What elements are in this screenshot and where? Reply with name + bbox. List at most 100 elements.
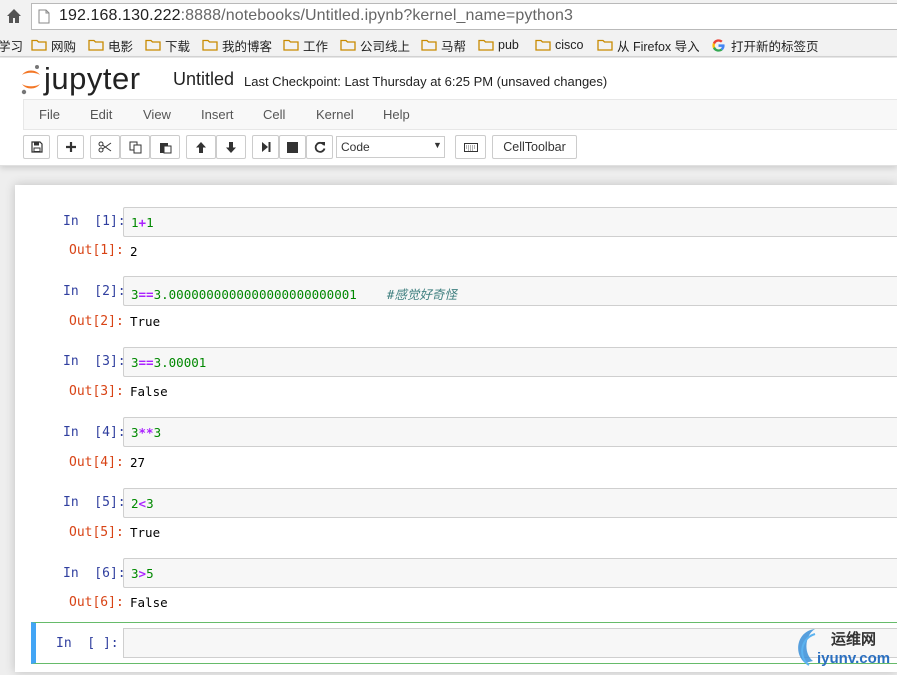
menu-file[interactable]: File <box>39 107 60 122</box>
copy-button[interactable] <box>120 135 150 159</box>
folder-icon <box>283 39 299 51</box>
insert-cell-button[interactable] <box>57 135 84 159</box>
input-prompt: In [1]: <box>63 214 126 229</box>
folder-icon <box>478 39 494 51</box>
copy-icon <box>129 141 141 153</box>
menu-help[interactable]: Help <box>383 107 410 122</box>
bookmark-item[interactable]: 网购 <box>31 36 76 54</box>
code-text: 1+1 <box>131 215 154 230</box>
plus-icon <box>65 142 76 152</box>
bookmark-item[interactable]: 工作 <box>283 36 328 54</box>
browser-address-bar: 192.168.130.222:8888/notebooks/Untitled.… <box>0 0 897 33</box>
cell-output: 2 <box>130 244 138 259</box>
bookmark-item[interactable]: 电影 <box>88 36 133 54</box>
notebook-title[interactable]: Untitled <box>173 69 234 90</box>
code-cell-input[interactable]: 3==3.00001 <box>123 347 897 377</box>
cell-output: 27 <box>130 455 146 470</box>
restart-kernel-button[interactable] <box>306 135 333 159</box>
bookmark-item[interactable]: 马帮 <box>421 36 466 54</box>
code-text: 2<3 <box>131 496 154 511</box>
input-prompt: In [6]: <box>63 566 126 581</box>
cell-output: True <box>130 314 161 329</box>
output-prompt: Out[1]: <box>69 243 124 258</box>
code-text: 3>5 <box>131 566 154 581</box>
output-prompt: Out[5]: <box>69 525 124 540</box>
code-cell-input[interactable]: 3==3.0000000000000000000000001 #感觉好奇怪 <box>123 276 897 306</box>
bookmark-item[interactable]: pub <box>478 36 519 54</box>
bookmark-item[interactable]: 公司线上 <box>340 36 410 54</box>
code-cell-input[interactable]: 1+1 <box>123 207 897 237</box>
code-cell-input[interactable]: 3**3 <box>123 417 897 447</box>
folder-icon <box>535 39 551 51</box>
logo-text: jupyter <box>44 61 141 96</box>
bookmark-item[interactable]: cisco <box>535 36 583 54</box>
toolbar: Code ▼ CellToolbar <box>23 135 897 161</box>
output-prompt: Out[6]: <box>69 595 124 610</box>
run-cell-button[interactable] <box>252 135 279 159</box>
menu-bar: File Edit View Insert Cell Kernel Help <box>23 99 897 130</box>
move-down-button[interactable] <box>216 135 246 159</box>
folder-icon <box>421 39 437 51</box>
bookmark-item[interactable]: 学习 <box>0 36 23 54</box>
move-up-button[interactable] <box>186 135 216 159</box>
cell-output: True <box>130 525 161 540</box>
google-icon <box>712 38 725 52</box>
step-forward-icon <box>261 142 270 152</box>
watermark-domain: iyunv.com <box>817 650 890 667</box>
jupyter-logo[interactable]: jupyter <box>20 61 141 97</box>
cell-output: False <box>130 595 168 610</box>
folder-icon <box>340 39 356 51</box>
cell-type-value: Code <box>341 140 370 154</box>
celltoolbar-button[interactable]: CellToolbar <box>492 135 577 159</box>
arrow-up-icon <box>196 141 206 153</box>
folder-icon <box>202 39 218 51</box>
bookmark-item[interactable]: 从 Firefox 导入 <box>597 36 700 54</box>
menu-insert[interactable]: Insert <box>201 107 234 122</box>
code-cell-input[interactable] <box>123 628 897 658</box>
command-palette-button[interactable] <box>455 135 486 159</box>
code-text: 3==3.00001 <box>131 355 207 370</box>
arrow-down-icon <box>226 141 236 153</box>
watermark-logo: 运维网 iyunv.com <box>795 625 897 670</box>
home-icon[interactable] <box>6 8 22 24</box>
output-prompt: Out[2]: <box>69 314 124 329</box>
folder-icon <box>31 39 47 51</box>
url-text: 192.168.130.222:8888/notebooks/Untitled.… <box>59 7 574 24</box>
menu-cell[interactable]: Cell <box>263 107 285 122</box>
scissors-icon <box>98 141 112 153</box>
menu-kernel[interactable]: Kernel <box>316 107 354 122</box>
url-input[interactable]: 192.168.130.222:8888/notebooks/Untitled.… <box>31 3 897 30</box>
jupyter-header: jupyter Untitled Last Checkpoint: Last T… <box>0 58 897 166</box>
stop-icon <box>287 141 298 153</box>
menu-view[interactable]: View <box>143 107 171 122</box>
bookmark-item[interactable]: 下载 <box>145 36 190 54</box>
save-button[interactable] <box>23 135 50 159</box>
code-text: 3==3.0000000000000000000000001 #感觉好奇怪 <box>131 287 457 302</box>
input-prompt: In [ ]: <box>56 636 119 651</box>
input-prompt: In [2]: <box>63 284 126 299</box>
jupyter-logo-icon <box>21 65 40 95</box>
input-prompt: In [5]: <box>63 495 126 510</box>
cell-output: False <box>130 384 168 399</box>
output-prompt: Out[3]: <box>69 384 124 399</box>
bookmarks-bar: 学习 网购 电影 下载 我的博客 工作 公司线上 马帮 pub cisco 从 … <box>0 33 897 57</box>
dropdown-arrow-icon: ▼ <box>433 140 442 150</box>
watermark-cn: 运维网 <box>831 630 876 648</box>
code-cell-input[interactable]: 3>5 <box>123 558 897 588</box>
paste-icon <box>159 142 171 153</box>
keyboard-icon <box>463 142 478 152</box>
notebook-container: In [1]: 1+1 Out[1]: 2 In [2]: 3==3.00000… <box>15 185 897 672</box>
paste-button[interactable] <box>150 135 180 159</box>
save-icon <box>30 141 43 153</box>
cell-type-select[interactable]: Code <box>336 136 445 158</box>
code-cell-input[interactable]: 2<3 <box>123 488 897 518</box>
input-prompt: In [4]: <box>63 425 126 440</box>
folder-icon <box>145 39 161 51</box>
bookmark-item[interactable]: 我的博客 <box>202 36 272 54</box>
interrupt-kernel-button[interactable] <box>279 135 306 159</box>
input-prompt: In [3]: <box>63 354 126 369</box>
menu-edit[interactable]: Edit <box>90 107 112 122</box>
cut-button[interactable] <box>90 135 120 159</box>
bookmark-item[interactable]: 打开新的标签页 <box>711 36 819 54</box>
folder-icon <box>597 39 613 51</box>
